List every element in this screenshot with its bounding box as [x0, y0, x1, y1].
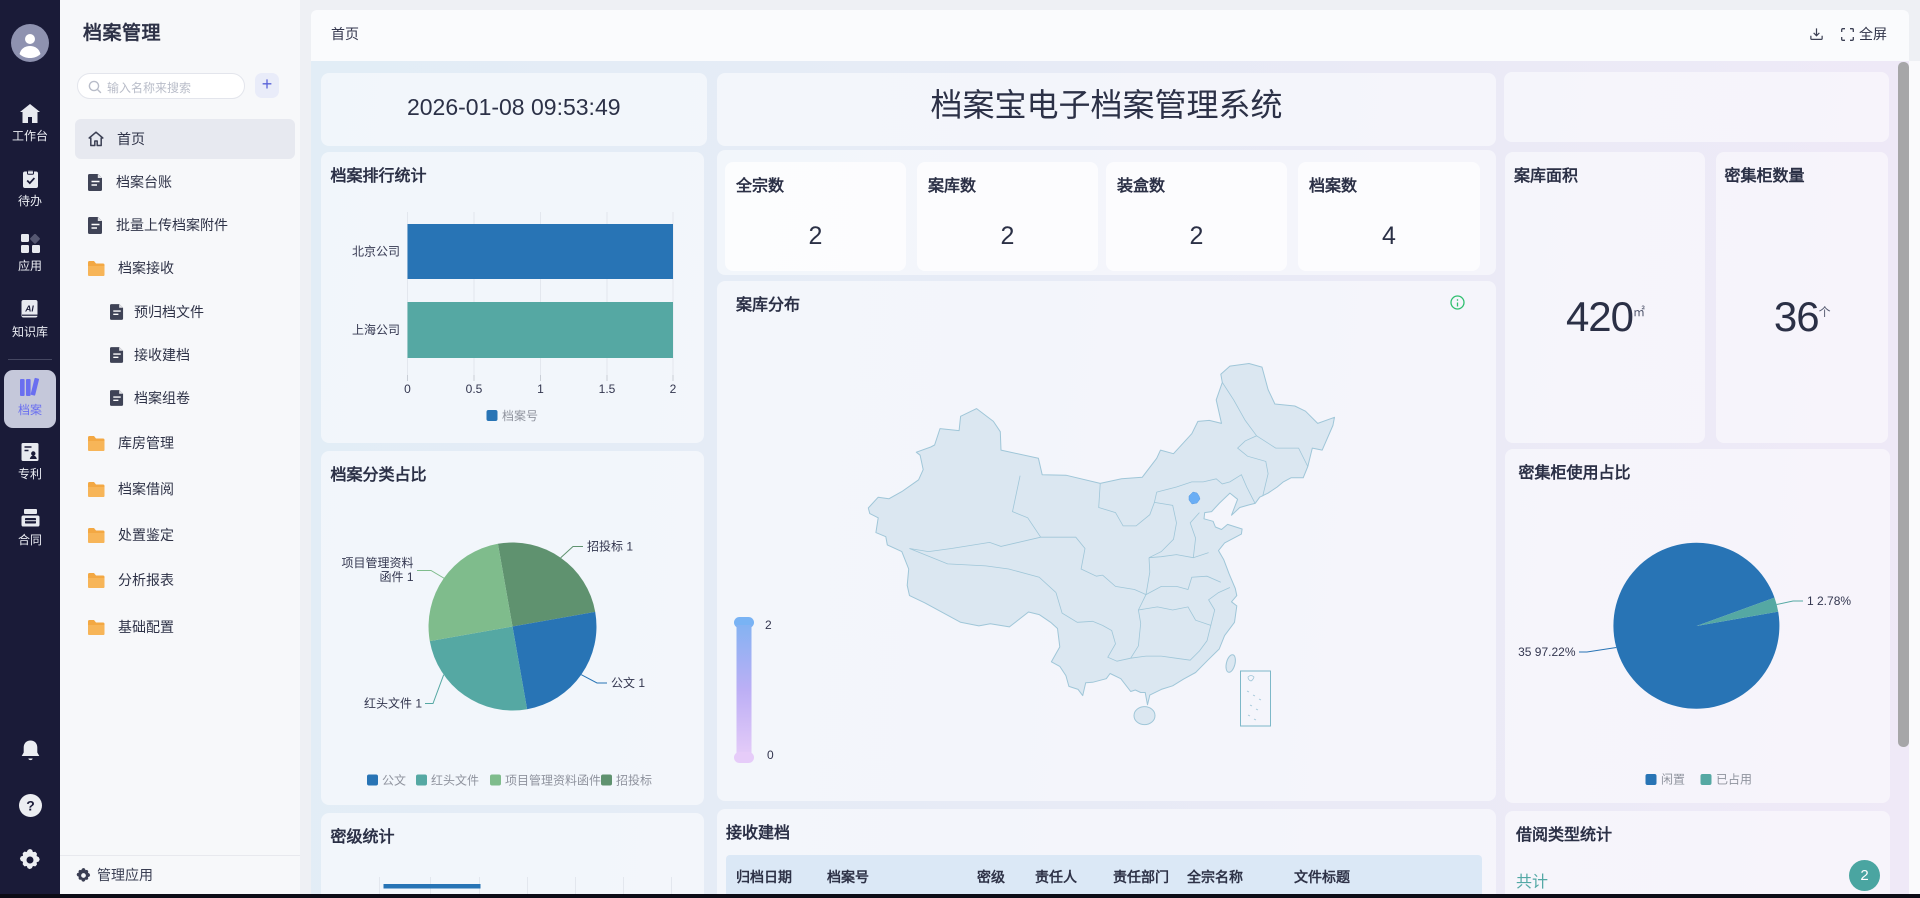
- svg-text:招投标 1: 招投标 1: [587, 538, 633, 553]
- svg-text:公文: 公文: [382, 772, 406, 787]
- svg-text:红头文件: 红头文件: [431, 772, 479, 787]
- svg-text:1.5: 1.5: [598, 382, 615, 396]
- svg-text:2: 2: [765, 618, 772, 632]
- svg-text:公文 1: 公文 1: [611, 675, 645, 690]
- svg-text:1 2.78%: 1 2.78%: [1807, 594, 1851, 608]
- svg-text:AI: AI: [24, 304, 34, 314]
- svg-text:?: ?: [26, 798, 35, 814]
- svg-text:上海公司: 上海公司: [351, 322, 399, 337]
- svg-text:0: 0: [767, 748, 774, 762]
- svg-text:项目管理资料函件: 项目管理资料函件: [505, 772, 601, 787]
- svg-text:招投标: 招投标: [616, 772, 652, 787]
- svg-text:档案号: 档案号: [502, 408, 538, 423]
- svg-text:0.5: 0.5: [465, 382, 482, 396]
- svg-text:1: 1: [537, 382, 544, 396]
- svg-text:项目管理资料: 项目管理资料: [341, 555, 413, 570]
- svg-text:北京公司: 北京公司: [351, 245, 399, 259]
- svg-text:函件 1: 函件 1: [379, 570, 413, 584]
- svg-text:2: 2: [669, 382, 676, 396]
- svg-text:已占用: 已占用: [1716, 772, 1752, 787]
- svg-text:0: 0: [404, 382, 411, 396]
- svg-text:红头文件 1: 红头文件 1: [363, 695, 421, 710]
- svg-text:35 97.22%: 35 97.22%: [1518, 645, 1576, 659]
- svg-text:闲置: 闲置: [1661, 773, 1685, 787]
